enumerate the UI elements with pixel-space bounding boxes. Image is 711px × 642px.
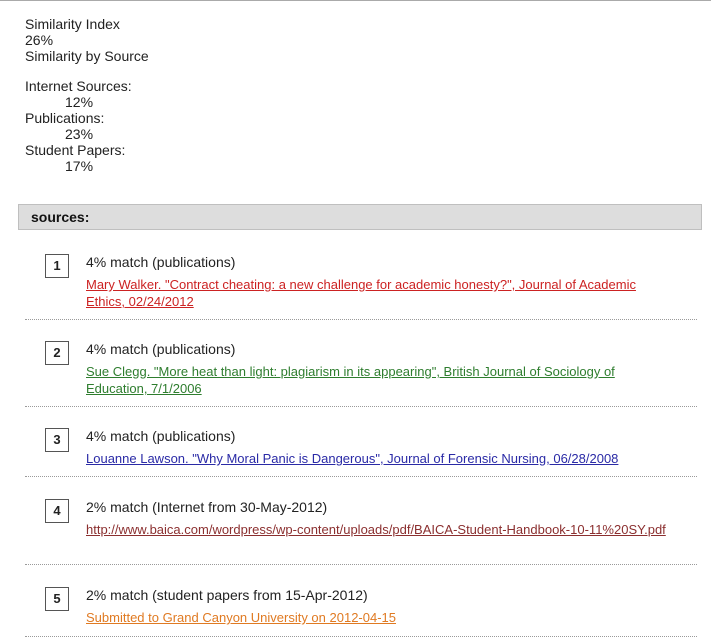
source-item-5: 5 2% match (student papers from 15-Apr-2…: [25, 587, 697, 637]
source-link[interactable]: Mary Walker. "Contract cheating: a new c…: [86, 277, 636, 309]
source-link[interactable]: Louanne Lawson. "Why Moral Panic is Dang…: [86, 451, 618, 466]
sources-header: sources:: [18, 204, 702, 230]
student-papers-value: 17%: [65, 158, 94, 174]
source-match-label: 2% match (student papers from 15-Apr-201…: [86, 587, 368, 603]
source-link[interactable]: Sue Clegg. "More heat than light: plagia…: [86, 364, 615, 396]
internet-sources-value: 12%: [65, 94, 94, 110]
source-link[interactable]: http://www.baica.com/wordpress/wp-conten…: [86, 522, 666, 537]
source-number-badge: 5: [45, 587, 69, 611]
publications-value: 23%: [65, 126, 94, 142]
similarity-summary: Similarity Index 26% Similarity by Sourc…: [25, 16, 149, 174]
source-item-4: 4 2% match (Internet from 30-May-2012) h…: [25, 499, 697, 565]
source-match-label: 4% match (publications): [86, 341, 236, 357]
source-number-badge: 4: [45, 499, 69, 523]
source-match-label: 4% match (publications): [86, 428, 236, 444]
source-item-1: 1 4% match (publications) Mary Walker. "…: [25, 254, 697, 320]
source-number-badge: 1: [45, 254, 69, 278]
source-match-label: 4% match (publications): [86, 254, 236, 270]
source-item-2: 2 4% match (publications) Sue Clegg. "Mo…: [25, 341, 697, 407]
source-number-badge: 2: [45, 341, 69, 365]
source-number-badge: 3: [45, 428, 69, 452]
similarity-by-source-label: Similarity by Source: [25, 48, 149, 64]
similarity-index-value: 26%: [25, 32, 54, 48]
source-item-3: 3 4% match (publications) Louanne Lawson…: [25, 428, 697, 477]
student-papers-label: Student Papers:: [25, 142, 126, 158]
source-link[interactable]: Submitted to Grand Canyon University on …: [86, 610, 396, 625]
top-divider: [0, 0, 711, 1]
publications-label: Publications:: [25, 110, 105, 126]
similarity-index-label: Similarity Index: [25, 16, 120, 32]
internet-sources-label: Internet Sources:: [25, 78, 132, 94]
source-match-label: 2% match (Internet from 30-May-2012): [86, 499, 328, 515]
